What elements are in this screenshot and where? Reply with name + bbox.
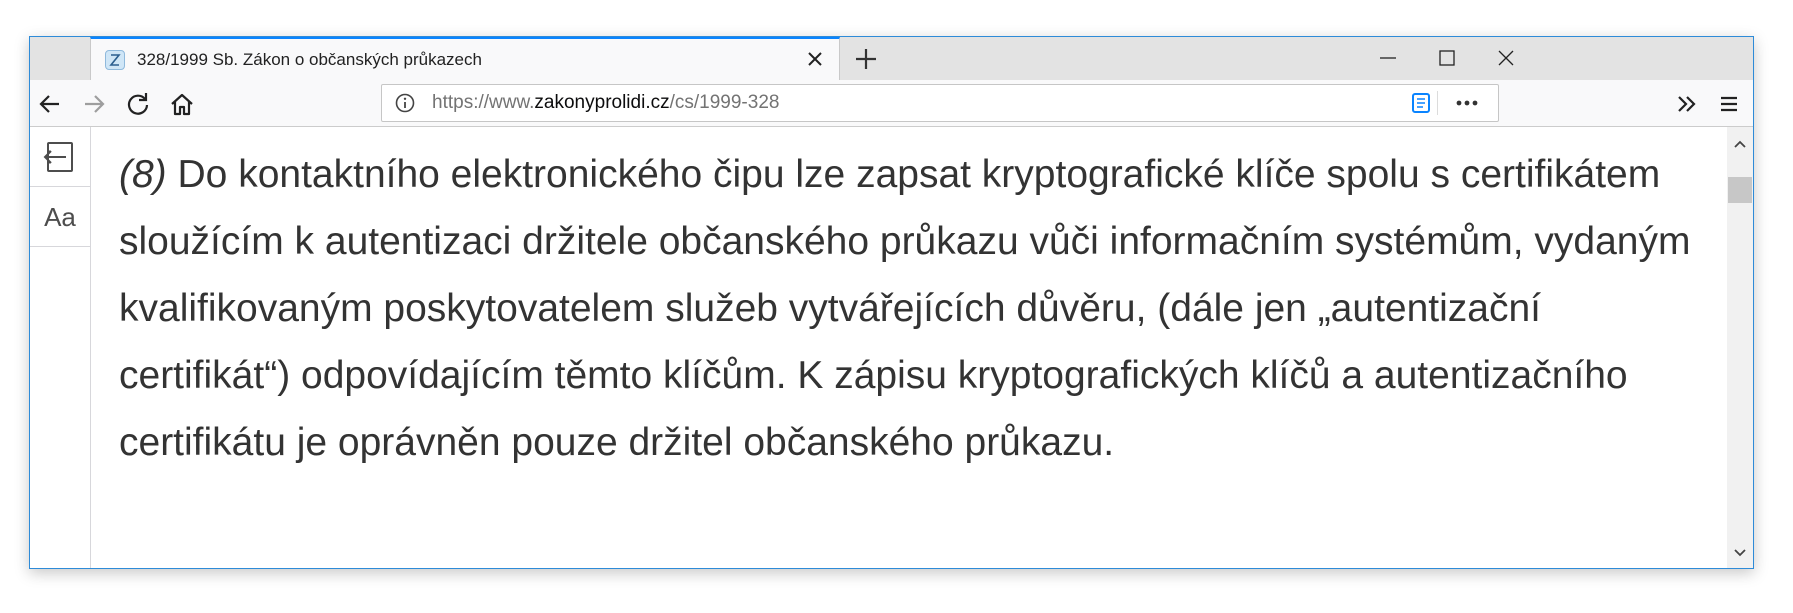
url-separator bbox=[1437, 91, 1438, 115]
navigation-toolbar: https://www.zakonyprolidi.cz/cs/1999-328 bbox=[30, 80, 1753, 127]
tab-title: 328/1999 Sb. Zákon o občanských průkazec… bbox=[137, 50, 482, 69]
reload-icon[interactable] bbox=[124, 90, 152, 118]
title-bar: 328/1999 Sb. Zákon o občanských průkazec… bbox=[30, 37, 1753, 80]
paragraph-text: Do kontaktního elektronického čipu lze z… bbox=[119, 153, 1691, 464]
scroll-thumb[interactable] bbox=[1728, 177, 1752, 203]
article-paragraph: (8) Do kontaktního elektronického čipu l… bbox=[119, 141, 1699, 476]
page-actions-icon[interactable] bbox=[1454, 92, 1480, 114]
text-size-button[interactable]: Aa bbox=[30, 187, 90, 247]
url-path: /cs/1999-328 bbox=[669, 92, 780, 113]
forward-icon[interactable] bbox=[80, 90, 108, 118]
back-icon[interactable] bbox=[36, 90, 64, 118]
reader-view-icon[interactable] bbox=[1410, 92, 1432, 114]
active-tab[interactable]: 328/1999 Sb. Zákon o občanských průkazec… bbox=[90, 37, 840, 80]
zakonyprolidi-favicon-icon bbox=[105, 50, 125, 70]
url-prefix: https://www. bbox=[432, 92, 535, 113]
reader-sidebar: Aa bbox=[30, 127, 91, 568]
maximize-icon[interactable] bbox=[1436, 47, 1458, 69]
close-reader-icon[interactable] bbox=[30, 127, 90, 187]
minimize-icon[interactable] bbox=[1377, 47, 1399, 69]
url-domain: zakonyprolidi.cz bbox=[534, 92, 670, 113]
browser-window: 328/1999 Sb. Zákon o občanských průkazec… bbox=[29, 36, 1754, 569]
reader-view-content: Aa (8) Do kontaktního elektronického čip… bbox=[30, 127, 1753, 568]
scroll-up-icon[interactable] bbox=[1731, 137, 1749, 151]
info-icon[interactable] bbox=[394, 92, 416, 114]
paragraph-number: (8) bbox=[119, 153, 167, 196]
menu-icon[interactable] bbox=[1715, 90, 1743, 118]
new-tab-icon[interactable] bbox=[852, 45, 880, 73]
vertical-scrollbar[interactable] bbox=[1727, 127, 1753, 568]
address-bar[interactable]: https://www.zakonyprolidi.cz/cs/1999-328 bbox=[381, 84, 1499, 122]
home-icon[interactable] bbox=[168, 90, 196, 118]
scroll-down-icon[interactable] bbox=[1731, 546, 1749, 560]
overflow-icon[interactable] bbox=[1673, 90, 1701, 118]
close-window-icon[interactable] bbox=[1495, 47, 1517, 69]
tab-close-icon[interactable] bbox=[805, 49, 825, 69]
url-text[interactable]: https://www.zakonyprolidi.cz/cs/1999-328 bbox=[432, 85, 779, 121]
